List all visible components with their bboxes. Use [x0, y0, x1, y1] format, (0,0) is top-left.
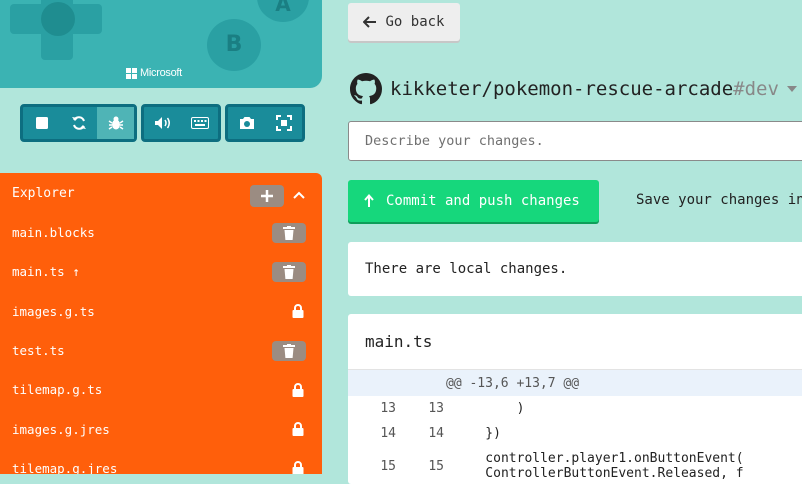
code-text: controller.player1.onButtonEvent( Contro…	[454, 451, 744, 481]
commit-push-label: Commit and push changes	[386, 193, 580, 209]
stop-button[interactable]	[23, 107, 60, 139]
lock-icon	[291, 460, 305, 474]
debug-button[interactable]	[97, 107, 134, 139]
file-name: images.g.jres	[12, 421, 110, 437]
diff-line: 15 15 controller.player1.onButtonEvent( C…	[348, 446, 802, 484]
explorer-file-item[interactable]: images.g.jres	[0, 409, 322, 448]
a-button[interactable]: A	[257, 0, 309, 22]
file-name: images.g.ts	[12, 303, 95, 319]
code-text: })	[454, 426, 501, 441]
b-button-label: B	[225, 32, 243, 57]
explorer-file-item[interactable]: main.blocks	[0, 213, 322, 252]
trash-icon	[283, 343, 295, 358]
commit-description-input[interactable]	[348, 121, 802, 161]
branch-dropdown-icon[interactable]	[786, 86, 797, 92]
screenshot-button[interactable]	[228, 107, 265, 139]
plus-icon	[261, 190, 273, 202]
diff-line: 14 14 })	[348, 421, 802, 446]
new-line-number: 13	[428, 401, 444, 416]
new-line-number: 15	[428, 458, 444, 474]
arrow-up-icon	[364, 194, 374, 207]
toolbar-group-run	[20, 104, 137, 142]
commit-push-button[interactable]: Commit and push changes	[348, 180, 599, 222]
explorer-file-item[interactable]: tilemap.g.ts	[0, 370, 322, 409]
file-list: main.blocks main.ts ↑ images.g.ts test.ts ti…	[0, 213, 322, 474]
file-name: main.ts ↑	[12, 264, 80, 280]
explorer-title: Explorer	[12, 185, 75, 201]
github-panel: Go back kikketer/pokemon-rescue-arcade #d…	[330, 0, 802, 484]
keyboard-icon	[190, 117, 209, 129]
code-line: })	[454, 426, 501, 441]
stop-icon	[35, 117, 48, 129]
save-hint-text: Save your changes in	[636, 192, 802, 208]
code-text: )	[454, 401, 525, 416]
diff-lines: 13 13 ) 14 14 }) 15 15 controller.player1.onB…	[348, 396, 802, 484]
go-back-label: Go back	[385, 14, 445, 30]
microsoft-logo: Microsoft	[126, 67, 182, 79]
file-name: tilemap.g.ts	[12, 382, 103, 398]
diff-file-title: main.ts	[348, 314, 802, 370]
local-changes-panel: There are local changes.	[348, 242, 802, 296]
fullscreen-button[interactable]	[265, 107, 302, 139]
diff-panel: main.ts @@ -13,6 +13,7 @@ 13 13 ) 14 14 }) 1…	[348, 314, 802, 484]
lock-icon	[291, 382, 305, 398]
local-changes-text: There are local changes.	[365, 261, 568, 277]
lock-icon	[291, 421, 305, 437]
explorer-file-item[interactable]: main.ts ↑	[0, 252, 322, 291]
branch-name[interactable]: #dev	[733, 78, 779, 100]
sound-button[interactable]	[144, 107, 181, 139]
file-name: tilemap.g.jres	[12, 460, 118, 474]
go-back-button[interactable]: Go back	[348, 3, 460, 41]
repo-header: kikketer/pokemon-rescue-arcade #dev	[350, 73, 797, 105]
toolbar-group-io	[141, 104, 221, 142]
delete-file-button[interactable]	[272, 261, 306, 282]
code-line: controller.player1.onButtonEvent(	[454, 451, 744, 466]
old-line-number: 14	[380, 426, 396, 441]
chevron-up-icon	[293, 191, 305, 199]
windows-logo-icon	[126, 67, 137, 79]
keyboard-button[interactable]	[181, 107, 218, 139]
explorer-header[interactable]: Explorer	[0, 173, 322, 213]
repo-name[interactable]: kikketer/pokemon-rescue-arcade	[390, 78, 733, 100]
old-line-number: 15	[380, 458, 396, 474]
simulator-toolbar	[20, 104, 309, 142]
fullscreen-icon	[275, 115, 292, 131]
game-simulator[interactable]: A B Microsoft	[0, 0, 322, 88]
trash-icon	[283, 264, 295, 279]
brand-label: Microsoft	[140, 67, 182, 79]
b-button[interactable]: B	[207, 19, 261, 71]
trash-icon	[283, 225, 295, 240]
code-line: )	[454, 401, 525, 416]
file-explorer: Explorer main.blocks main.ts ↑ images.g.ts…	[0, 173, 322, 474]
explorer-file-item[interactable]: images.g.ts	[0, 292, 322, 331]
old-line-number: 13	[380, 401, 396, 416]
screenshot-icon	[239, 117, 254, 129]
arrow-left-icon	[363, 16, 377, 28]
dpad-center	[41, 2, 75, 36]
delete-file-button[interactable]	[272, 222, 306, 243]
sound-icon	[154, 117, 170, 129]
explorer-file-item[interactable]: test.ts	[0, 331, 322, 370]
restart-button[interactable]	[60, 107, 97, 139]
left-panel: A B Microsoft Explorer main.blocks main.…	[0, 0, 330, 474]
delete-file-button[interactable]	[272, 340, 306, 361]
a-button-label: A	[275, 0, 291, 16]
restart-icon	[71, 116, 86, 130]
file-name: test.ts	[12, 343, 65, 359]
collapse-explorer-button[interactable]	[290, 185, 308, 205]
toolbar-group-view	[225, 104, 305, 142]
explorer-file-item[interactable]: tilemap.g.jres	[0, 449, 322, 474]
hunk-header-text: @@ -13,6 +13,7 @@	[446, 375, 580, 391]
diff-line: 13 13 )	[348, 396, 802, 421]
add-file-button[interactable]	[250, 185, 284, 207]
github-icon	[350, 73, 382, 105]
new-line-number: 14	[428, 426, 444, 441]
lock-icon	[291, 303, 305, 319]
file-name: main.blocks	[12, 225, 95, 241]
diff-hunk-header: @@ -13,6 +13,7 @@	[348, 370, 802, 396]
debug-icon	[108, 116, 123, 130]
